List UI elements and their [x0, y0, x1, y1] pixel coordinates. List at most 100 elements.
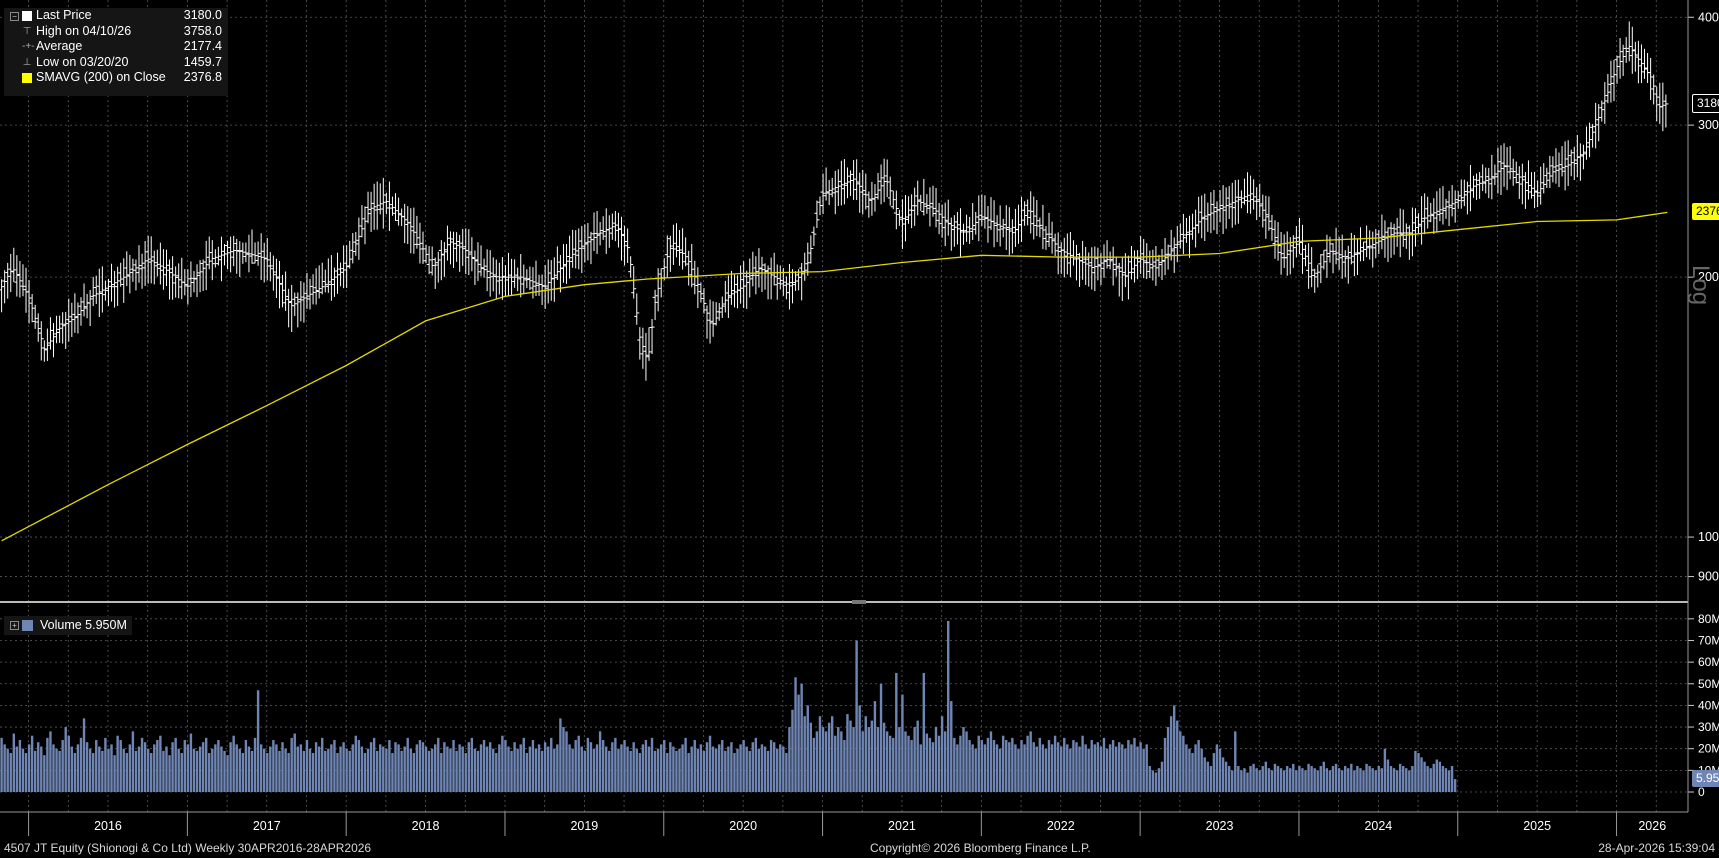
volume-bar — [1405, 768, 1408, 792]
volume-bar — [553, 748, 556, 792]
legend-item[interactable]: ⊤ High on 04/10/26 3758.0 — [4, 24, 228, 40]
log-scale-label[interactable]: Log — [1686, 265, 1714, 305]
volume-bar — [375, 750, 379, 792]
price-axis-label: 1000 — [1698, 530, 1719, 544]
volume-bar — [1151, 770, 1155, 792]
volume-bar — [299, 744, 303, 792]
volume-bar — [1157, 768, 1161, 792]
volume-bar — [427, 750, 431, 792]
volume-bar — [1392, 768, 1396, 792]
volume-bar — [27, 744, 31, 792]
volume-bar — [821, 727, 825, 792]
volume-bar — [714, 748, 718, 792]
volume-bar — [1402, 766, 1405, 792]
volume-bar — [348, 750, 351, 792]
volume-bar — [82, 718, 86, 792]
volume-bar — [266, 753, 269, 792]
volume-bar — [623, 740, 626, 792]
volume-bar — [113, 755, 116, 792]
volume-bar — [201, 742, 205, 792]
volume-bar — [64, 727, 67, 792]
volume-bar — [293, 733, 296, 792]
volume-bar — [809, 722, 813, 792]
volume-bar — [192, 748, 196, 792]
volume-bar — [870, 720, 874, 792]
volume-bar — [882, 722, 886, 792]
volume-bar — [663, 740, 666, 792]
volume-bar — [788, 727, 791, 792]
volume-bar — [501, 735, 504, 792]
volume-bar — [421, 742, 425, 792]
volume-bar — [1099, 746, 1103, 792]
volume-bar — [208, 753, 211, 792]
volume-axis-label: 0 — [1698, 785, 1705, 799]
legend-item[interactable]: Last Price 3180.0 — [4, 8, 228, 24]
legend-item[interactable]: -+- Average 2177.4 — [4, 39, 228, 55]
volume-bar — [479, 744, 483, 792]
volume-bar — [1289, 768, 1292, 792]
volume-bar — [345, 748, 348, 792]
volume-bar — [1347, 768, 1350, 792]
volume-bar — [546, 746, 550, 792]
volume-bar — [959, 735, 962, 792]
legend-item[interactable]: ⊥ Low on 03/20/20 1459.7 — [4, 55, 228, 71]
volume-bar — [1063, 737, 1066, 792]
volume-bar — [104, 737, 107, 792]
volume-bar — [800, 683, 803, 792]
volume-bar — [1237, 766, 1240, 792]
volume-bar — [1212, 753, 1216, 792]
volume-bar — [953, 737, 956, 792]
volume-bar — [516, 748, 519, 792]
volume-bar — [1172, 705, 1176, 792]
volume-bar — [150, 753, 153, 792]
high-tick-icon: ⊤ — [22, 25, 32, 37]
legend-item[interactable]: SMAVG (200) on Close 2376.8 — [4, 70, 228, 86]
volume-bar — [379, 744, 382, 792]
volume-bar — [458, 744, 461, 792]
chart-canvas: 9001000200030004000 010M20M30M40M50M60M7… — [0, 0, 1719, 858]
volume-bar — [1179, 731, 1182, 792]
last-price-tag: 3180.0 — [1692, 94, 1719, 114]
volume-bar — [21, 748, 25, 792]
volume-bar — [464, 753, 467, 792]
price-legend[interactable]: − Last Price 3180.0 ⊤ High on 04/10/26 3758.… — [4, 8, 228, 96]
volume-bar — [504, 740, 507, 792]
volume-bar — [925, 733, 929, 792]
volume-bar — [1414, 750, 1417, 792]
volume-bar — [1353, 770, 1356, 792]
price-axis-label: 4000 — [1698, 10, 1719, 24]
volume-bar — [146, 748, 150, 792]
volume-bar — [311, 753, 315, 792]
volume-bar — [159, 735, 162, 792]
volume-bar — [125, 753, 128, 792]
volume-bar — [650, 737, 654, 792]
volume-bar — [1316, 770, 1319, 792]
volume-bar — [727, 746, 730, 792]
volume-legend[interactable]: + Volume 5.950M — [4, 616, 132, 635]
volume-bar — [943, 731, 947, 792]
volume-bar — [73, 753, 77, 792]
legend-value: 1459.7 — [183, 54, 222, 69]
panel-resize-handle[interactable] — [852, 600, 866, 604]
volume-bar — [461, 746, 464, 792]
volume-bar — [675, 750, 678, 792]
expand-icon[interactable]: + — [10, 621, 19, 630]
volume-bar — [754, 737, 758, 792]
volume-bar — [12, 733, 16, 792]
volume-bar — [873, 701, 877, 792]
volume-bar — [275, 744, 278, 792]
volume-bar — [678, 748, 681, 792]
volume-bar — [1029, 731, 1032, 792]
volume-bar — [424, 746, 428, 792]
volume-axis-label: 80M — [1698, 612, 1719, 626]
volume-bar — [550, 737, 553, 792]
volume-bar — [1154, 772, 1158, 792]
volume-bar — [1292, 763, 1295, 792]
volume-bar — [1255, 768, 1258, 792]
volume-bar — [153, 744, 156, 792]
volume-bar — [1105, 748, 1109, 792]
volume-bar — [1090, 740, 1093, 792]
volume-bar — [110, 744, 113, 792]
volume-bar — [724, 750, 727, 792]
volume-bar — [406, 737, 409, 792]
